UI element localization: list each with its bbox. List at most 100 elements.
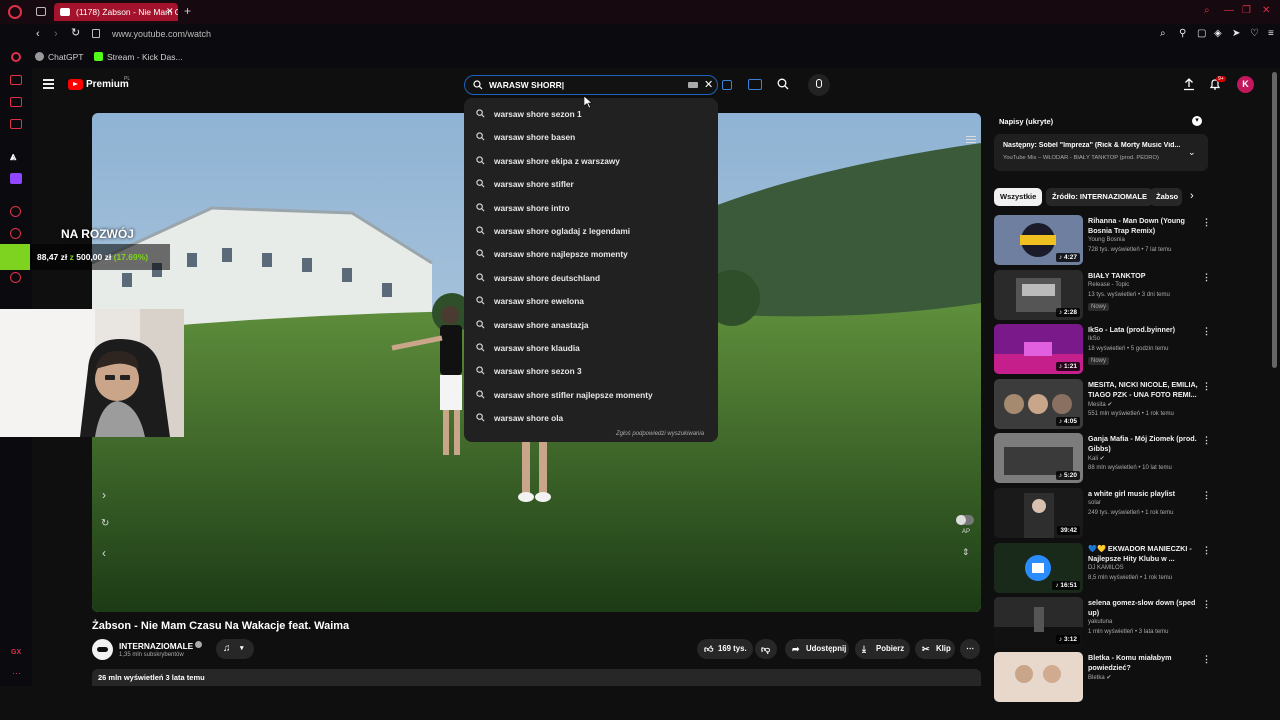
subscribed-bell-button[interactable]: ♫ ▾ xyxy=(216,639,254,659)
suggestion-item[interactable]: warsaw shore ola xyxy=(464,407,718,429)
more-options-icon[interactable]: ⋮ xyxy=(1202,435,1211,446)
suggestion-item[interactable]: warsaw shore ogladaj z legendami xyxy=(464,220,718,242)
messenger-icon[interactable] xyxy=(10,97,22,107)
chevron-right-icon[interactable]: › xyxy=(102,488,106,502)
recommendation-item[interactable]: ♪ 5:20 Ganja Mafia - Mój Ziomek (prod. Gi… xyxy=(994,433,1214,485)
more-actions-button[interactable]: ⋯ xyxy=(960,639,980,659)
clip-button[interactable]: ✂ Klip xyxy=(915,639,955,659)
recommendation-channel[interactable]: IkSo xyxy=(1088,336,1100,342)
suggestion-item[interactable]: warsaw shore ekipa z warszawy xyxy=(464,150,718,172)
suggestion-item[interactable]: warsaw shore basen xyxy=(464,126,718,148)
settings-icon[interactable] xyxy=(10,272,21,283)
recommendation-channel[interactable]: Young Bosnia xyxy=(1088,237,1125,243)
url-field[interactable]: www.youtube.com/watch xyxy=(112,29,211,39)
recommendation-channel[interactable]: Kali ✔ xyxy=(1088,455,1105,462)
suggestion-item[interactable]: warsaw shore stifler najlepsze momenty xyxy=(464,384,718,406)
youtube-logo-text[interactable]: Premium xyxy=(86,79,129,90)
recommendation-item[interactable]: 39:42 a white girl music playlist solar 249… xyxy=(994,488,1214,540)
more-options-icon[interactable]: ⋮ xyxy=(1202,326,1211,337)
recommendation-channel[interactable]: yakutuna xyxy=(1088,619,1112,625)
maximize-icon[interactable]: ❐ xyxy=(1242,5,1251,16)
search-button[interactable] xyxy=(777,78,789,90)
autoplay-toggle[interactable] xyxy=(956,515,974,525)
video-thumbnail[interactable]: ♪ 16:51 xyxy=(994,542,1083,593)
minimize-icon[interactable]: — xyxy=(1224,5,1234,16)
recommendation-channel[interactable]: solar xyxy=(1088,500,1101,506)
video-thumbnail[interactable]: ♪ 4:05 xyxy=(994,378,1083,429)
suggestion-item[interactable]: warsaw shore ewelona xyxy=(464,290,718,312)
up-next-panel[interactable]: Następny: Sobel "Impreza" (Rick & Morty … xyxy=(994,134,1208,171)
tab-island-icon[interactable] xyxy=(36,7,46,16)
suggestion-item[interactable]: warsaw shore anastazja xyxy=(464,314,718,336)
bookmark-icon[interactable]: ⚲ xyxy=(1179,29,1186,39)
more-options-icon[interactable]: ⋮ xyxy=(1202,545,1211,556)
chevron-left-icon[interactable]: ‹ xyxy=(102,546,106,560)
more-options-icon[interactable]: ⋮ xyxy=(1202,654,1211,665)
tab-close-icon[interactable]: ✕ xyxy=(166,6,174,17)
more-options-icon[interactable]: ⋮ xyxy=(1202,272,1211,283)
bookmark-kick[interactable]: Stream - Kick Das... xyxy=(107,52,183,62)
suggestion-item[interactable]: warsaw shore najlepsze momenty xyxy=(464,243,718,265)
search-tabs-icon[interactable]: ⌕ xyxy=(1204,5,1210,16)
recommendation-item[interactable]: ♪ 4:05 MESITA, NICKI NICOLE, EMILIA, TIAG… xyxy=(994,378,1214,431)
youtube-logo-icon[interactable] xyxy=(68,79,83,90)
back-icon[interactable]: ‹ xyxy=(36,29,40,40)
shield-icon[interactable]: ◈ xyxy=(1214,29,1222,39)
recommendation-channel[interactable]: Mesita ✔ xyxy=(1088,401,1112,408)
more-options-icon[interactable]: ⋮ xyxy=(1202,217,1211,228)
box-icon[interactable] xyxy=(10,75,22,85)
avatar[interactable]: K xyxy=(1237,76,1254,93)
twitch-icon[interactable] xyxy=(10,173,22,184)
video-thumbnail[interactable]: ♪ 1:21 xyxy=(994,324,1083,375)
download-button[interactable]: ⤓ Pobierz xyxy=(855,639,910,659)
channel-avatar[interactable] xyxy=(92,639,113,660)
video-thumbnail[interactable]: ♪ 2:28 xyxy=(994,269,1083,320)
channel-name[interactable]: INTERNAZIOMALE xyxy=(119,641,193,651)
recommendation-item[interactable]: ♪ 4:27 Rihanna - Man Down (Young Bosnia T… xyxy=(994,215,1214,267)
clear-search-icon[interactable]: ✕ xyxy=(704,78,713,91)
suggestion-item[interactable]: warsaw shore deutschland xyxy=(464,267,718,289)
heart-icon[interactable]: ♡ xyxy=(1250,29,1259,39)
suggestion-item[interactable]: warsaw shore intro xyxy=(464,197,718,219)
menu-icon[interactable]: ≡ xyxy=(1268,29,1274,39)
recommendation-item[interactable]: ♪ 3:12 selena gomez-slow down (sped up) ya… xyxy=(994,597,1214,649)
history-icon[interactable] xyxy=(10,228,21,239)
suggestion-item[interactable]: warsaw shore stifler xyxy=(464,173,718,195)
window-close-icon[interactable]: ✕ xyxy=(1262,5,1270,16)
replay-icon[interactable]: ↻ xyxy=(101,518,109,529)
chevron-right-icon[interactable]: › xyxy=(1190,190,1194,202)
chip-all[interactable]: Wszystkie xyxy=(994,188,1043,206)
recommendation-item[interactable]: ♪ 1:21 IkSo - Lata (prod.byinner) IkSo 18 w… xyxy=(994,324,1214,376)
player-icon[interactable] xyxy=(10,206,21,217)
report-suggestions-link[interactable]: Zgłoś podpowiedzi wyszukiwania xyxy=(616,431,704,437)
forward-icon[interactable]: › xyxy=(54,29,58,40)
chip-source[interactable]: Źródło: INTERNAZIOMALE xyxy=(1046,188,1153,206)
dislike-button[interactable]: 👎︎ xyxy=(755,639,777,659)
video-thumbnail[interactable] xyxy=(994,651,1083,702)
suggestion-item[interactable]: warsaw shore sezon 3 xyxy=(464,360,718,382)
reload-icon[interactable]: ↻ xyxy=(71,28,80,39)
recommendation-channel[interactable]: Release - Topic xyxy=(1088,282,1129,288)
video-thumbnail[interactable]: ♪ 4:27 xyxy=(994,215,1083,265)
suggestion-item[interactable]: warsaw shore klaudia xyxy=(464,337,718,359)
more-icon[interactable]: ⋯ xyxy=(12,668,21,679)
description-box[interactable]: 26 mln wyświetleń 3 lata temu xyxy=(92,669,981,686)
opera-sidebar-icon[interactable] xyxy=(11,52,21,62)
video-thumbnail[interactable]: 39:42 xyxy=(994,488,1083,538)
fullscreen-icon[interactable]: ⇕ xyxy=(962,547,970,558)
video-thumbnail[interactable]: ♪ 5:20 xyxy=(994,433,1083,484)
new-tab-button[interactable]: + xyxy=(184,4,191,18)
recommendation-item[interactable]: Bletka - Komu miałabym powiedzieć? Bletka… xyxy=(994,651,1214,704)
voice-search-button[interactable] xyxy=(808,74,830,96)
recommendation-item[interactable]: ♪ 2:28 BIAŁY TANKTOP Release - Topic 13 tys… xyxy=(994,269,1214,322)
more-options-icon[interactable]: ⋮ xyxy=(1202,381,1211,392)
share-button[interactable]: ➦ Udostępnij xyxy=(785,639,849,659)
tab-active[interactable]: (1178) Żabson - Nie Mam C xyxy=(54,3,178,21)
recommendation-item[interactable]: ♪ 16:51 💙💛 EKWADOR MANIECZKI - Najlepsze … xyxy=(994,542,1214,595)
chevron-down-icon[interactable]: ⌄ xyxy=(1188,147,1196,158)
vpn-icon[interactable]: ⩓ xyxy=(10,151,16,164)
hamburger-menu-icon[interactable] xyxy=(43,79,54,89)
upload-icon[interactable] xyxy=(1183,78,1195,91)
video-menu-icon[interactable] xyxy=(966,136,976,144)
video-thumbnail[interactable]: ♪ 3:12 xyxy=(994,597,1083,648)
